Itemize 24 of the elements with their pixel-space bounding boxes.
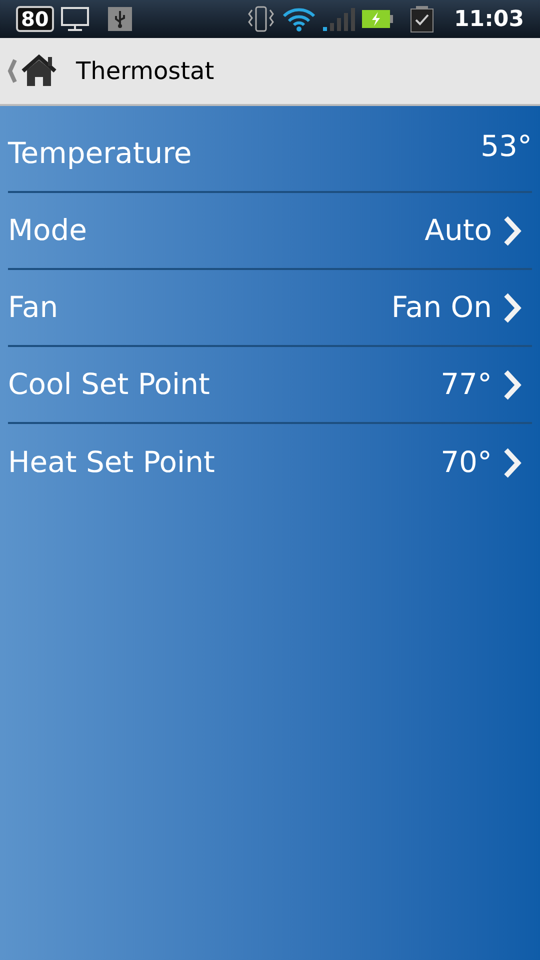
screen-title: Thermostat <box>76 56 214 87</box>
row-value: 77° <box>440 366 492 403</box>
row-value: Auto <box>424 212 492 249</box>
row-label: Temperature <box>8 134 192 172</box>
settings-row[interactable]: Fan Fan On <box>8 270 532 347</box>
row-label: Fan <box>8 288 58 326</box>
usb-icon <box>108 7 132 31</box>
battery-charging-icon <box>362 9 394 29</box>
signal-icon <box>322 6 356 32</box>
row-label: Mode <box>8 212 88 249</box>
wifi-icon <box>282 6 316 32</box>
clock: 11:03 <box>454 6 524 34</box>
monitor-icon <box>60 6 90 32</box>
battery-indicator: 80 <box>16 6 54 32</box>
settings-row[interactable]: Heat Set Point 70° <box>8 424 532 501</box>
row-value: 53° <box>480 128 532 165</box>
checkbox-icon <box>410 5 434 33</box>
row-value: Fan On <box>391 288 492 326</box>
row-value: 70° <box>440 444 492 481</box>
settings-row[interactable]: Cool Set Point 77° <box>8 347 532 424</box>
vibrate-icon <box>246 6 276 32</box>
row-label: Cool Set Point <box>8 366 210 403</box>
row-label: Heat Set Point <box>8 444 215 481</box>
settings-row[interactable]: Mode Auto <box>8 193 532 270</box>
